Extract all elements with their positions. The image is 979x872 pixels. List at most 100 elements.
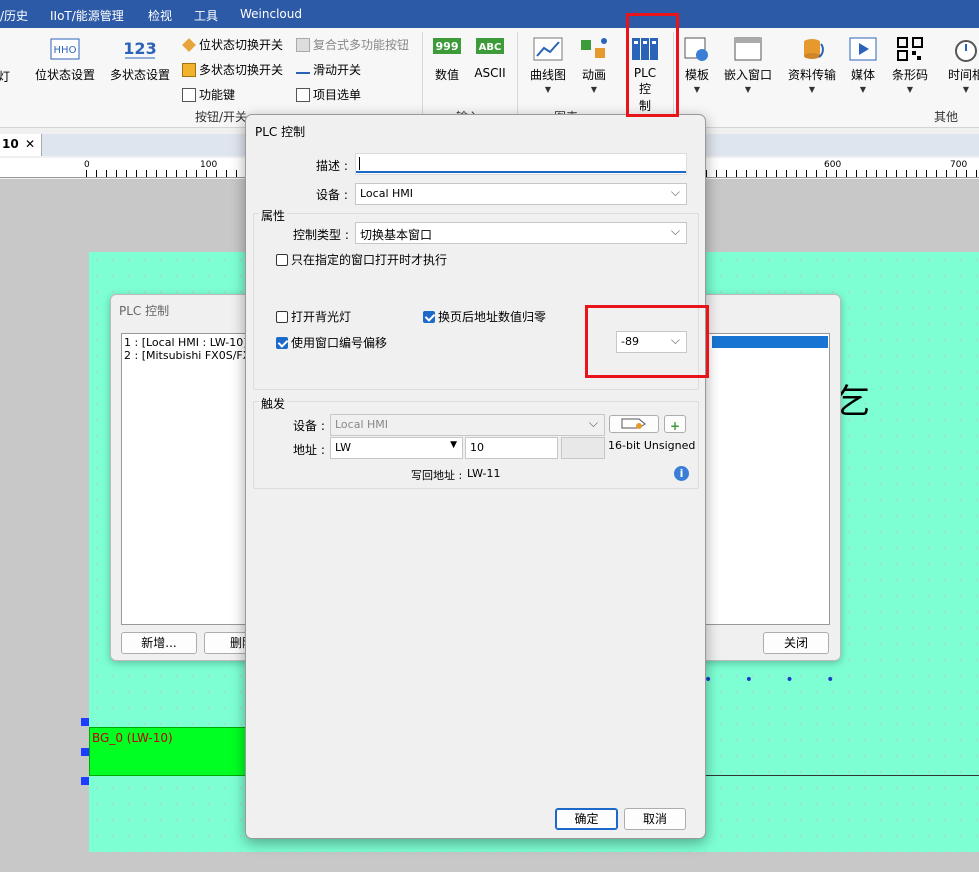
ribbon-separator: [517, 32, 518, 122]
plus-icon: +: [669, 419, 681, 433]
bit-lamp-object[interactable]: BG_0 (LW-10): [89, 727, 259, 776]
checkbox-box: [276, 310, 288, 323]
ascii-button[interactable]: ABC ASCII: [470, 36, 510, 80]
resize-handle[interactable]: [81, 718, 89, 726]
slide-switch-icon: [296, 71, 310, 74]
checkbox-label: 只在指定的窗口打开时才执行: [291, 253, 448, 267]
svg-text:ABC: ABC: [479, 42, 502, 53]
open-backlight-checkbox[interactable]: 打开背光灯: [276, 308, 351, 325]
menu-iiot[interactable]: IIoT/能源管理: [50, 7, 124, 24]
media-button[interactable]: 媒体 ▼: [846, 36, 880, 94]
dialog-title: PLC 控制: [255, 125, 306, 139]
menu-weincloud[interactable]: Weincloud: [240, 7, 302, 21]
tab-label: 10: [2, 137, 19, 151]
writeback-value: LW-11: [467, 467, 501, 480]
ribbon-cut-button[interactable]: 灯: [0, 68, 10, 85]
template-icon: [684, 37, 708, 61]
menu-view[interactable]: 检视: [148, 7, 172, 24]
trigger-header: 触发: [259, 395, 288, 412]
barcode-label: 条形码: [891, 68, 928, 82]
bit-switch-button[interactable]: 位状态切换开关: [182, 36, 283, 53]
resize-handle[interactable]: [81, 777, 89, 785]
item-list-icon: [296, 87, 310, 102]
item-list-button[interactable]: 项目选单: [296, 86, 361, 103]
ok-button[interactable]: 确定: [555, 808, 618, 830]
chevron-down-icon: ▼: [808, 85, 816, 94]
barcode-button[interactable]: 条形码 ▼: [889, 36, 931, 94]
bit-switch-label: 位状态切换开关: [199, 38, 284, 52]
slide-switch-label: 滑动开关: [313, 63, 362, 77]
dropdown-arrow-icon: ▼: [450, 440, 457, 450]
numeric-icon: 999: [433, 38, 461, 54]
new-button[interactable]: 新增...: [121, 632, 197, 654]
menu-bar: /历史 IIoT/能源管理 检视 工具 Weincloud: [0, 0, 979, 28]
time-label: 时间相: [947, 68, 979, 82]
address-input[interactable]: 10: [465, 437, 558, 459]
annotation-highlight-offset: [585, 305, 709, 378]
template-label: 模板: [684, 68, 709, 82]
description-label: 描述 :: [316, 159, 348, 173]
checkbox-checked: [276, 336, 288, 349]
data-transfer-label: 资料传输: [787, 68, 836, 82]
ruler-label: 0: [84, 160, 90, 170]
menu-history[interactable]: /历史: [0, 7, 28, 24]
attributes-header: 属性: [259, 207, 288, 224]
ruler-label: 100: [200, 160, 218, 170]
multi-switch-button[interactable]: 多状态切换开关: [182, 61, 283, 78]
data-transfer-button[interactable]: 资料传输 ▼: [786, 36, 838, 94]
function-key-icon: [182, 87, 196, 102]
bit-state-button[interactable]: HHO 位状态设置: [33, 36, 97, 83]
stopwatch-icon: [955, 40, 977, 62]
list-item[interactable]: 2 : [Mitsubishi FX0S/FX0: [124, 349, 257, 362]
multi-switch-label: 多状态切换开关: [199, 63, 284, 77]
menu-tools[interactable]: 工具: [194, 7, 218, 24]
function-key-button[interactable]: 功能键: [182, 86, 235, 103]
data-format-label: 16-bit Unsigned: [608, 439, 696, 452]
numeric-button[interactable]: 999 数值: [428, 36, 466, 83]
close-icon[interactable]: ✕: [25, 137, 35, 151]
slide-switch-button[interactable]: 滑动开关: [296, 61, 361, 78]
template-button[interactable]: 模板 ▼: [680, 36, 714, 94]
object-label: BG_0 (LW-10): [92, 731, 173, 745]
control-type-select[interactable]: 切换基本窗口: [355, 222, 687, 244]
only-specified-window-checkbox[interactable]: 只在指定的窗口打开时才执行: [276, 251, 447, 268]
writeback-label: 写回地址 :: [411, 469, 463, 482]
qr-code-icon: [897, 37, 923, 61]
trigger-device-select[interactable]: Local HMI: [330, 414, 605, 436]
bit-state-icon: HHO: [50, 38, 80, 60]
address-type-select[interactable]: LW ▼: [330, 437, 463, 459]
combo-button[interactable]: 复合式多功能按钮: [296, 36, 409, 53]
address-label: 地址 :: [293, 443, 325, 457]
info-icon[interactable]: i: [674, 466, 689, 481]
list-item[interactable]: 1 : [Local HMI : LW-10]: [124, 336, 248, 349]
combo-label: 复合式多功能按钮: [313, 38, 410, 52]
close-button[interactable]: 关闭: [763, 632, 829, 654]
cancel-button[interactable]: 取消: [624, 808, 686, 830]
device-label: 设备 :: [316, 188, 348, 202]
trend-button[interactable]: 曲线图 ▼: [526, 36, 570, 94]
canvas-text-object[interactable]: 乞: [836, 374, 870, 423]
use-window-offset-checkbox[interactable]: 使用窗口编号偏移: [276, 334, 387, 351]
reset-after-change-checkbox[interactable]: 换页后地址数值归零: [423, 308, 546, 325]
chevron-down-icon: ▼: [744, 85, 752, 94]
ruler-label: 600: [824, 160, 842, 170]
device-select[interactable]: Local HMI: [355, 183, 687, 205]
multi-state-button[interactable]: 123 多状态设置: [108, 36, 172, 83]
function-key-label: 功能键: [199, 88, 236, 102]
time-button[interactable]: 时间相 ▼: [942, 36, 979, 94]
chevron-down-icon: ▼: [590, 85, 598, 94]
checkbox-label: 打开背光灯: [291, 310, 352, 324]
address-type-value: LW: [335, 441, 351, 454]
tab-window-10[interactable]: 10 ✕: [0, 134, 42, 156]
resize-handle[interactable]: [81, 748, 89, 756]
embedded-window-label: 嵌入窗口: [723, 68, 772, 82]
chevron-down-icon: ▼: [906, 85, 914, 94]
embedded-window-button[interactable]: 嵌入窗口 ▼: [722, 36, 774, 94]
checkbox-label: 使用窗口编号偏移: [291, 336, 388, 350]
add-tag-button[interactable]: +: [664, 415, 686, 433]
animation-button[interactable]: 动画 ▼: [574, 36, 614, 94]
checkbox-label: 换页后地址数值归零: [438, 310, 547, 324]
svg-text:999: 999: [436, 40, 459, 53]
checkbox-checked: [423, 310, 435, 323]
address-picker-button[interactable]: [609, 415, 659, 433]
